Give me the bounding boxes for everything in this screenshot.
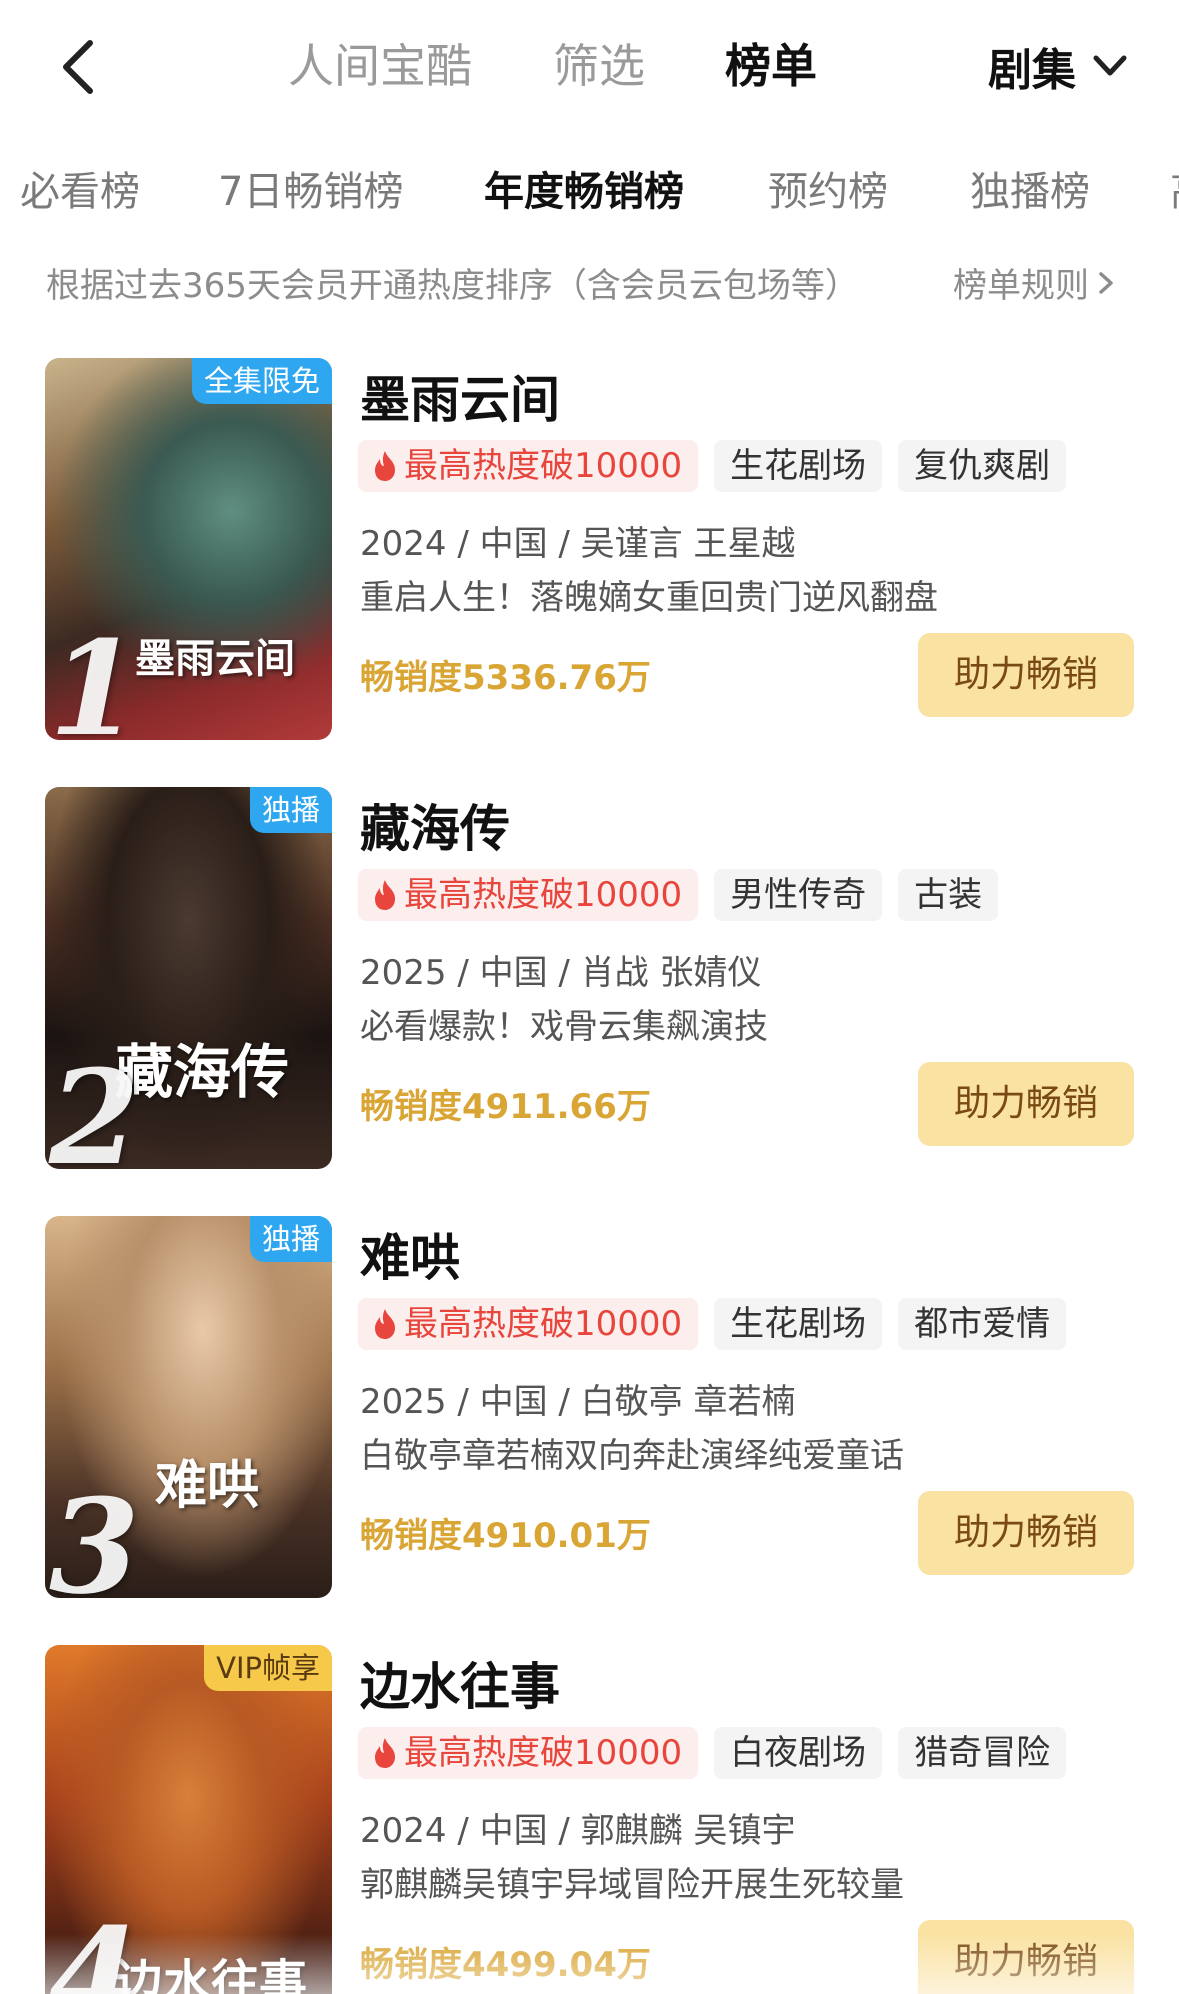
top-bar: 人间宝酷 筛选 榜单 剧集 [0,0,1179,140]
hot-tag-label: 最高热度破10000 [404,875,683,915]
list-item: 独播 藏海传 2 藏海传 最高热度破10000 男性传奇 古装 2025 / 中… [0,787,1179,1187]
back-button[interactable] [48,32,108,102]
poster-title: 边水往事 [115,1955,308,1994]
subtab-exclusive[interactable]: 独播榜 [970,155,1090,230]
poster[interactable]: VIP帧享 边水往事 4 [45,1645,332,1994]
tab-filter[interactable]: 筛选 [553,36,645,96]
poster-title: 难哄 [155,1455,260,1516]
show-description: 郭麒麟吴镇宇异域冒险开展生死较量 [360,1865,904,1905]
sales-value: 畅销度4499.04万 [360,1945,651,1985]
flame-icon [375,451,395,481]
poster-title: 藏海传 [115,1038,290,1106]
poster[interactable]: 全集限免 墨雨云间 1 [45,358,332,740]
show-title[interactable]: 墨雨云间 [360,360,560,432]
show-title[interactable]: 边水往事 [360,1647,560,1719]
show-meta: 2024 / 中国 / 郭麒麟 吴镇宇 [360,1811,796,1851]
category-label: 剧集 [988,45,1076,96]
chevron-down-icon [1093,55,1127,76]
tag-list: 最高热度破10000 生花剧场 复仇爽剧 [358,440,1067,492]
genre-tag[interactable]: 生花剧场 [714,440,883,492]
genre-tag[interactable]: 猎奇冒险 [898,1727,1067,1779]
hot-tag-label: 最高热度破10000 [404,1304,683,1344]
show-description: 重启人生！落魄嫡女重回贵门逆风翻盘 [360,578,938,618]
badge-free: 全集限免 [191,358,332,404]
rank-number: 4 [49,1899,140,1994]
sales-value: 畅销度4911.66万 [360,1087,651,1127]
tab-renjian[interactable]: 人间宝酷 [288,36,472,96]
poster[interactable]: 独播 藏海传 2 [45,787,332,1169]
show-meta: 2024 / 中国 / 吴谨言 王星越 [360,524,796,564]
hot-tag: 最高热度破10000 [358,1298,699,1350]
show-title[interactable]: 藏海传 [360,789,510,861]
ranking-rules-label: 榜单规则 [953,266,1089,306]
list-item: 独播 难哄 3 难哄 最高热度破10000 生花剧场 都市爱情 2025 / 中… [0,1216,1179,1616]
flame-icon [375,1738,395,1768]
sales-value: 畅销度4910.01万 [360,1516,651,1556]
hot-tag: 最高热度破10000 [358,1727,699,1779]
badge-vip: VIP帧享 [204,1645,332,1691]
tab-ranking[interactable]: 榜单 [725,36,817,96]
subtab-more[interactable]: 高 [1170,155,1179,230]
show-description: 必看爆款！戏骨云集飙演技 [360,1007,768,1047]
genre-tag[interactable]: 复仇爽剧 [898,440,1067,492]
category-dropdown[interactable]: 剧集 [988,36,1128,96]
ranking-subtabs: 必看榜 7日畅销榜 年度畅销榜 预约榜 独播榜 高 [0,155,1179,230]
flame-icon [375,1309,395,1339]
genre-tag[interactable]: 都市爱情 [898,1298,1067,1350]
chevron-left-icon [63,40,93,94]
boost-sales-button[interactable]: 助力畅销 [918,633,1134,717]
boost-sales-button[interactable]: 助力畅销 [918,1062,1134,1146]
subtab-annual-bestseller[interactable]: 年度畅销榜 [484,155,684,230]
show-meta: 2025 / 中国 / 白敬亭 章若楠 [360,1382,796,1422]
tag-list: 最高热度破10000 白夜剧场 猎奇冒险 [358,1727,1067,1779]
ranking-rule-description: 根据过去365天会员开通热度排序（含会员云包场等） [46,266,859,306]
sales-value: 畅销度5336.76万 [360,658,651,698]
subtab-7day-bestseller[interactable]: 7日畅销榜 [218,155,403,230]
ranking-rules-link[interactable]: 榜单规则 [953,258,1115,307]
badge-exclusive: 独播 [249,1216,332,1262]
hot-tag-label: 最高热度破10000 [404,1733,683,1773]
rank-number: 1 [49,612,140,741]
boost-sales-button[interactable]: 助力畅销 [918,1920,1134,1994]
genre-tag[interactable]: 白夜剧场 [714,1727,883,1779]
show-meta: 2025 / 中国 / 肖战 张婧仪 [360,953,762,993]
list-item: 全集限免 墨雨云间 1 墨雨云间 最高热度破10000 生花剧场 复仇爽剧 20… [0,358,1179,758]
subtab-must-watch[interactable]: 必看榜 [20,155,140,230]
poster[interactable]: 独播 难哄 3 [45,1216,332,1598]
tag-list: 最高热度破10000 生花剧场 都市爱情 [358,1298,1067,1350]
hot-tag: 最高热度破10000 [358,869,699,921]
poster-title: 墨雨云间 [135,635,295,682]
tag-list: 最高热度破10000 男性传奇 古装 [358,869,999,921]
rank-number: 3 [49,1470,140,1599]
hot-tag: 最高热度破10000 [358,440,699,492]
list-item: VIP帧享 边水往事 4 边水往事 最高热度破10000 白夜剧场 猎奇冒险 2… [0,1645,1179,1994]
badge-exclusive: 独播 [249,787,332,833]
genre-tag[interactable]: 古装 [898,869,999,921]
show-title[interactable]: 难哄 [360,1218,460,1290]
show-description: 白敬亭章若楠双向奔赴演绎纯爱童话 [360,1436,904,1476]
rank-number: 2 [49,1041,140,1170]
subtab-reservation[interactable]: 预约榜 [768,155,888,230]
genre-tag[interactable]: 男性传奇 [714,869,883,921]
hot-tag-label: 最高热度破10000 [404,446,683,486]
chevron-right-icon [1099,271,1113,294]
flame-icon [375,880,395,910]
boost-sales-button[interactable]: 助力畅销 [918,1491,1134,1575]
genre-tag[interactable]: 生花剧场 [714,1298,883,1350]
